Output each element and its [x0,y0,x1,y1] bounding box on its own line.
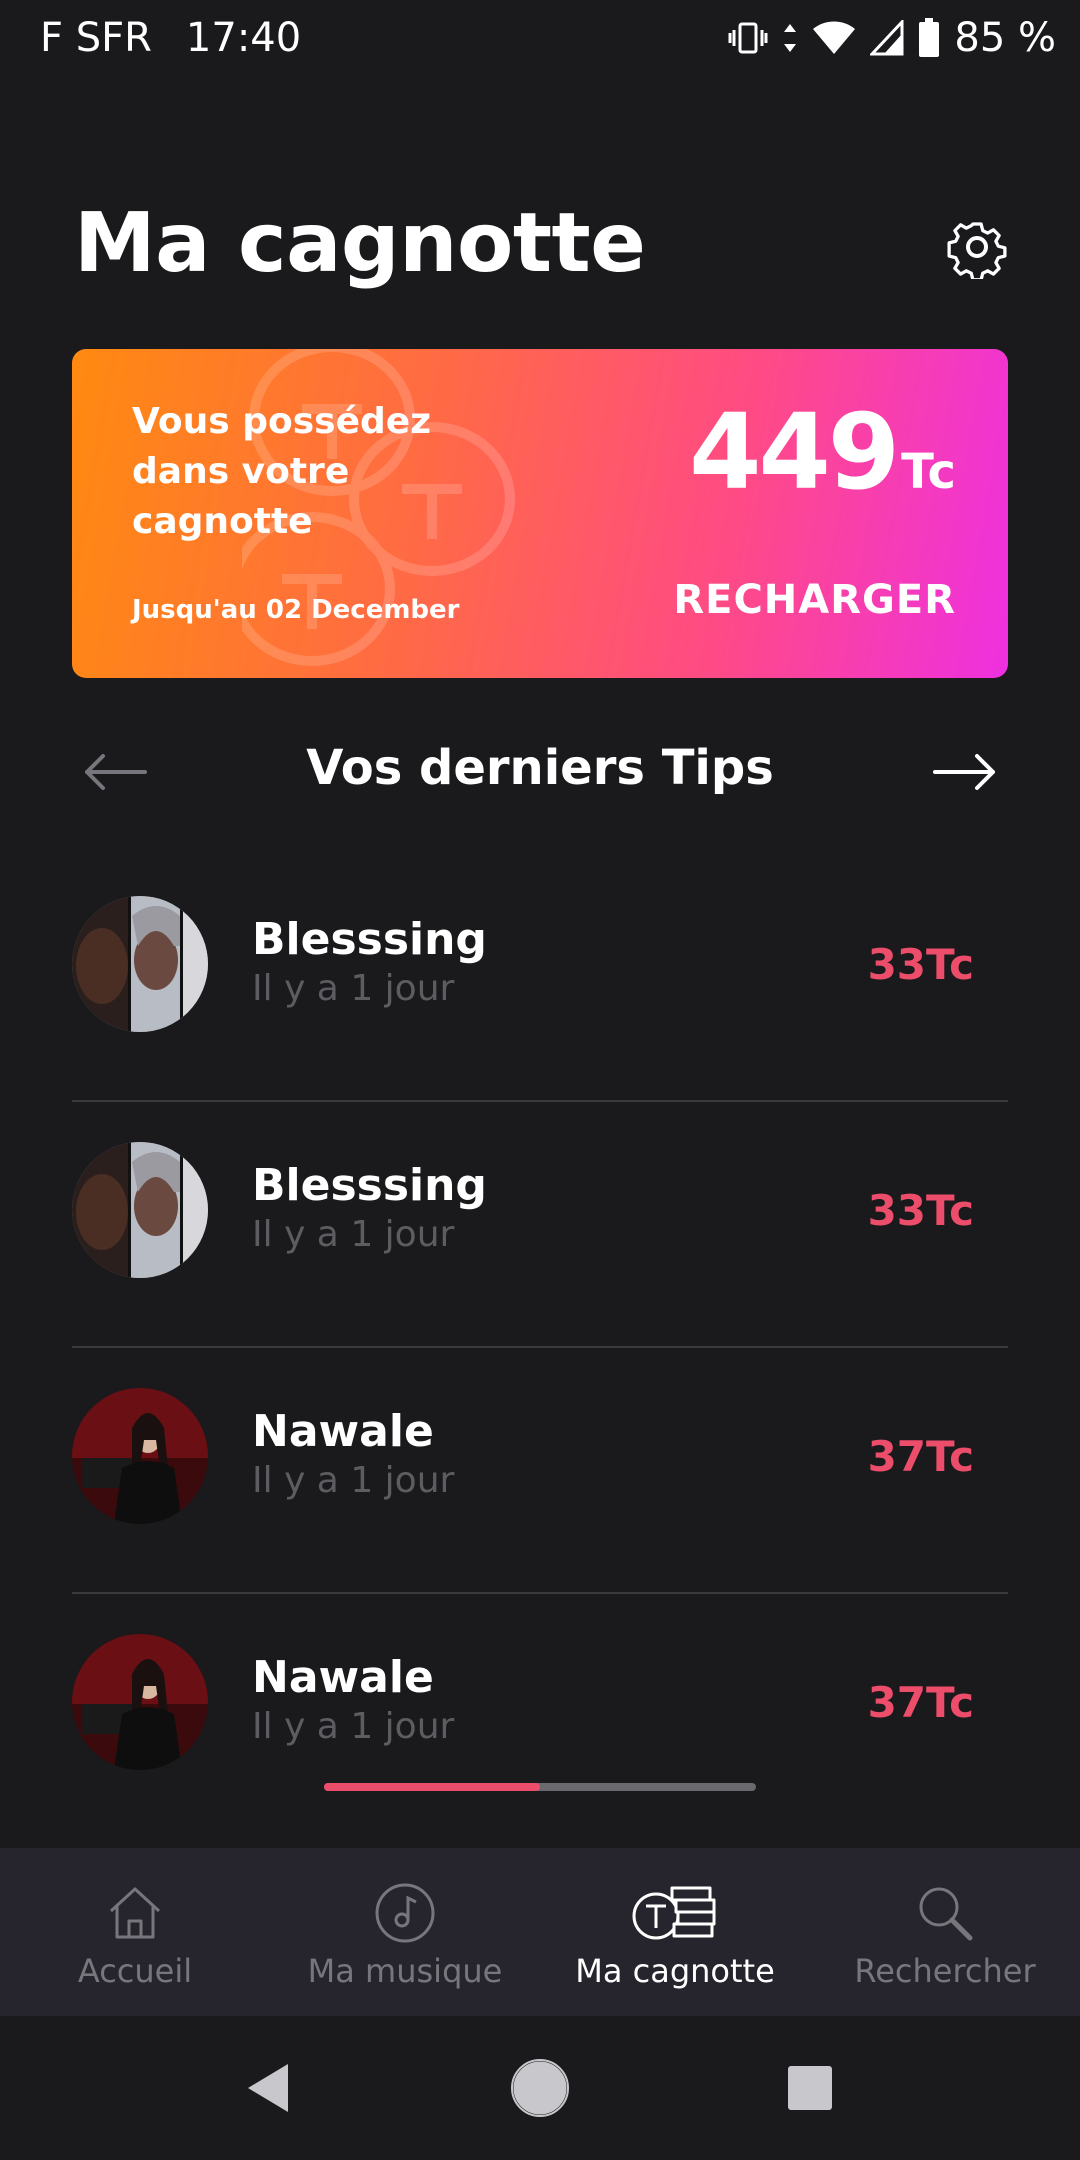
tip-amount: 37Tc [867,1678,974,1727]
avatar [72,1142,208,1278]
wallet-unit: Tc [901,444,956,500]
wifi-icon [812,20,856,56]
tip-time: Il y a 1 jour [252,1460,455,1501]
signal-icon [870,20,904,56]
tip-time: Il y a 1 jour [252,1214,455,1255]
tip-sender-name: Blesssing [252,914,487,965]
screen: F SFR 17:40 85 % Ma cagnotte Vous posséd… [0,0,1080,2160]
tips-section-header: Vos derniers Tips [0,730,1080,814]
back-button[interactable] [236,2056,300,2120]
arrow-right-icon [933,754,995,790]
tip-sender-name: Nawale [252,1652,434,1703]
tab-label: Ma cagnotte [575,1952,775,1990]
wallet-description: Vous possédez dans votre cagnotte [132,401,432,542]
tip-amount: 33Tc [867,1186,974,1235]
battery-icon [918,18,940,58]
previous-button[interactable] [80,742,150,802]
page-title: Ma cagnotte [74,196,646,291]
wallet-card: Vous possédez dans votre cagnotte Jusqu'… [72,349,1008,678]
avatar [72,1388,208,1524]
wallet-balance: 449 Tc [689,391,956,513]
carrier-label: F SFR [40,15,152,61]
vibrate-icon [728,20,768,56]
tab-ma-cagnotte[interactable]: Ma cagnotte [540,1848,810,2016]
home-circle-icon [511,2059,569,2117]
avatar [72,896,208,1032]
recharge-button[interactable]: RECHARGER [673,577,956,623]
avatar [72,1634,208,1770]
wallet-coins-icon [632,1886,716,1940]
tip-time: Il y a 1 jour [252,1706,455,1747]
recents-square-icon [788,2066,832,2110]
bottom-tab-bar: Accueil Ma musique Ma cagnotte Recherche… [0,1848,1080,2016]
system-navigation-bar [0,2016,1080,2160]
status-left: F SFR 17:40 [40,15,301,61]
recents-button[interactable] [778,2056,842,2120]
tab-accueil[interactable]: Accueil [0,1848,270,2016]
scroll-indicator-thumb [324,1783,540,1791]
next-button[interactable] [930,742,1000,802]
search-icon [919,1887,973,1941]
back-triangle-icon [248,2064,288,2112]
tip-amount: 37Tc [867,1432,974,1481]
wallet-amount: 449 [689,391,900,513]
status-bar: F SFR 17:40 85 % [0,0,1080,76]
status-right: 85 % [728,15,1056,61]
tips-section-title: Vos derniers Tips [306,740,774,796]
gear-icon [947,222,1007,279]
music-disc-icon [375,1883,435,1943]
tab-label: Accueil [77,1952,193,1990]
home-icon [109,1887,161,1939]
data-arrows-icon [782,20,798,56]
tab-rechercher[interactable]: Rechercher [810,1848,1080,2016]
wallet-validity: Jusqu'au 02 December [132,595,460,625]
carousel-scroll-indicator [324,1783,756,1791]
tab-label: Rechercher [854,1952,1036,1990]
settings-button[interactable] [944,214,1010,280]
battery-level: 85 % [954,15,1056,61]
tab-ma-musique[interactable]: Ma musique [270,1848,540,2016]
home-nav-button[interactable] [508,2056,572,2120]
tip-amount: 33Tc [867,940,974,989]
clock: 17:40 [185,15,302,61]
tab-label: Ma musique [307,1952,503,1990]
tip-row[interactable]: Nawale Il y a 1 jour 37Tc [72,1594,1008,1770]
tip-row[interactable]: Nawale Il y a 1 jour 37Tc [72,1348,1008,1594]
arrow-left-icon [85,754,147,790]
tip-time: Il y a 1 jour [252,968,455,1009]
tip-sender-name: Blesssing [252,1160,487,1211]
tip-sender-name: Nawale [252,1406,434,1457]
tip-row[interactable]: Blesssing Il y a 1 jour 33Tc [72,856,1008,1102]
tip-row[interactable]: Blesssing Il y a 1 jour 33Tc [72,1102,1008,1348]
